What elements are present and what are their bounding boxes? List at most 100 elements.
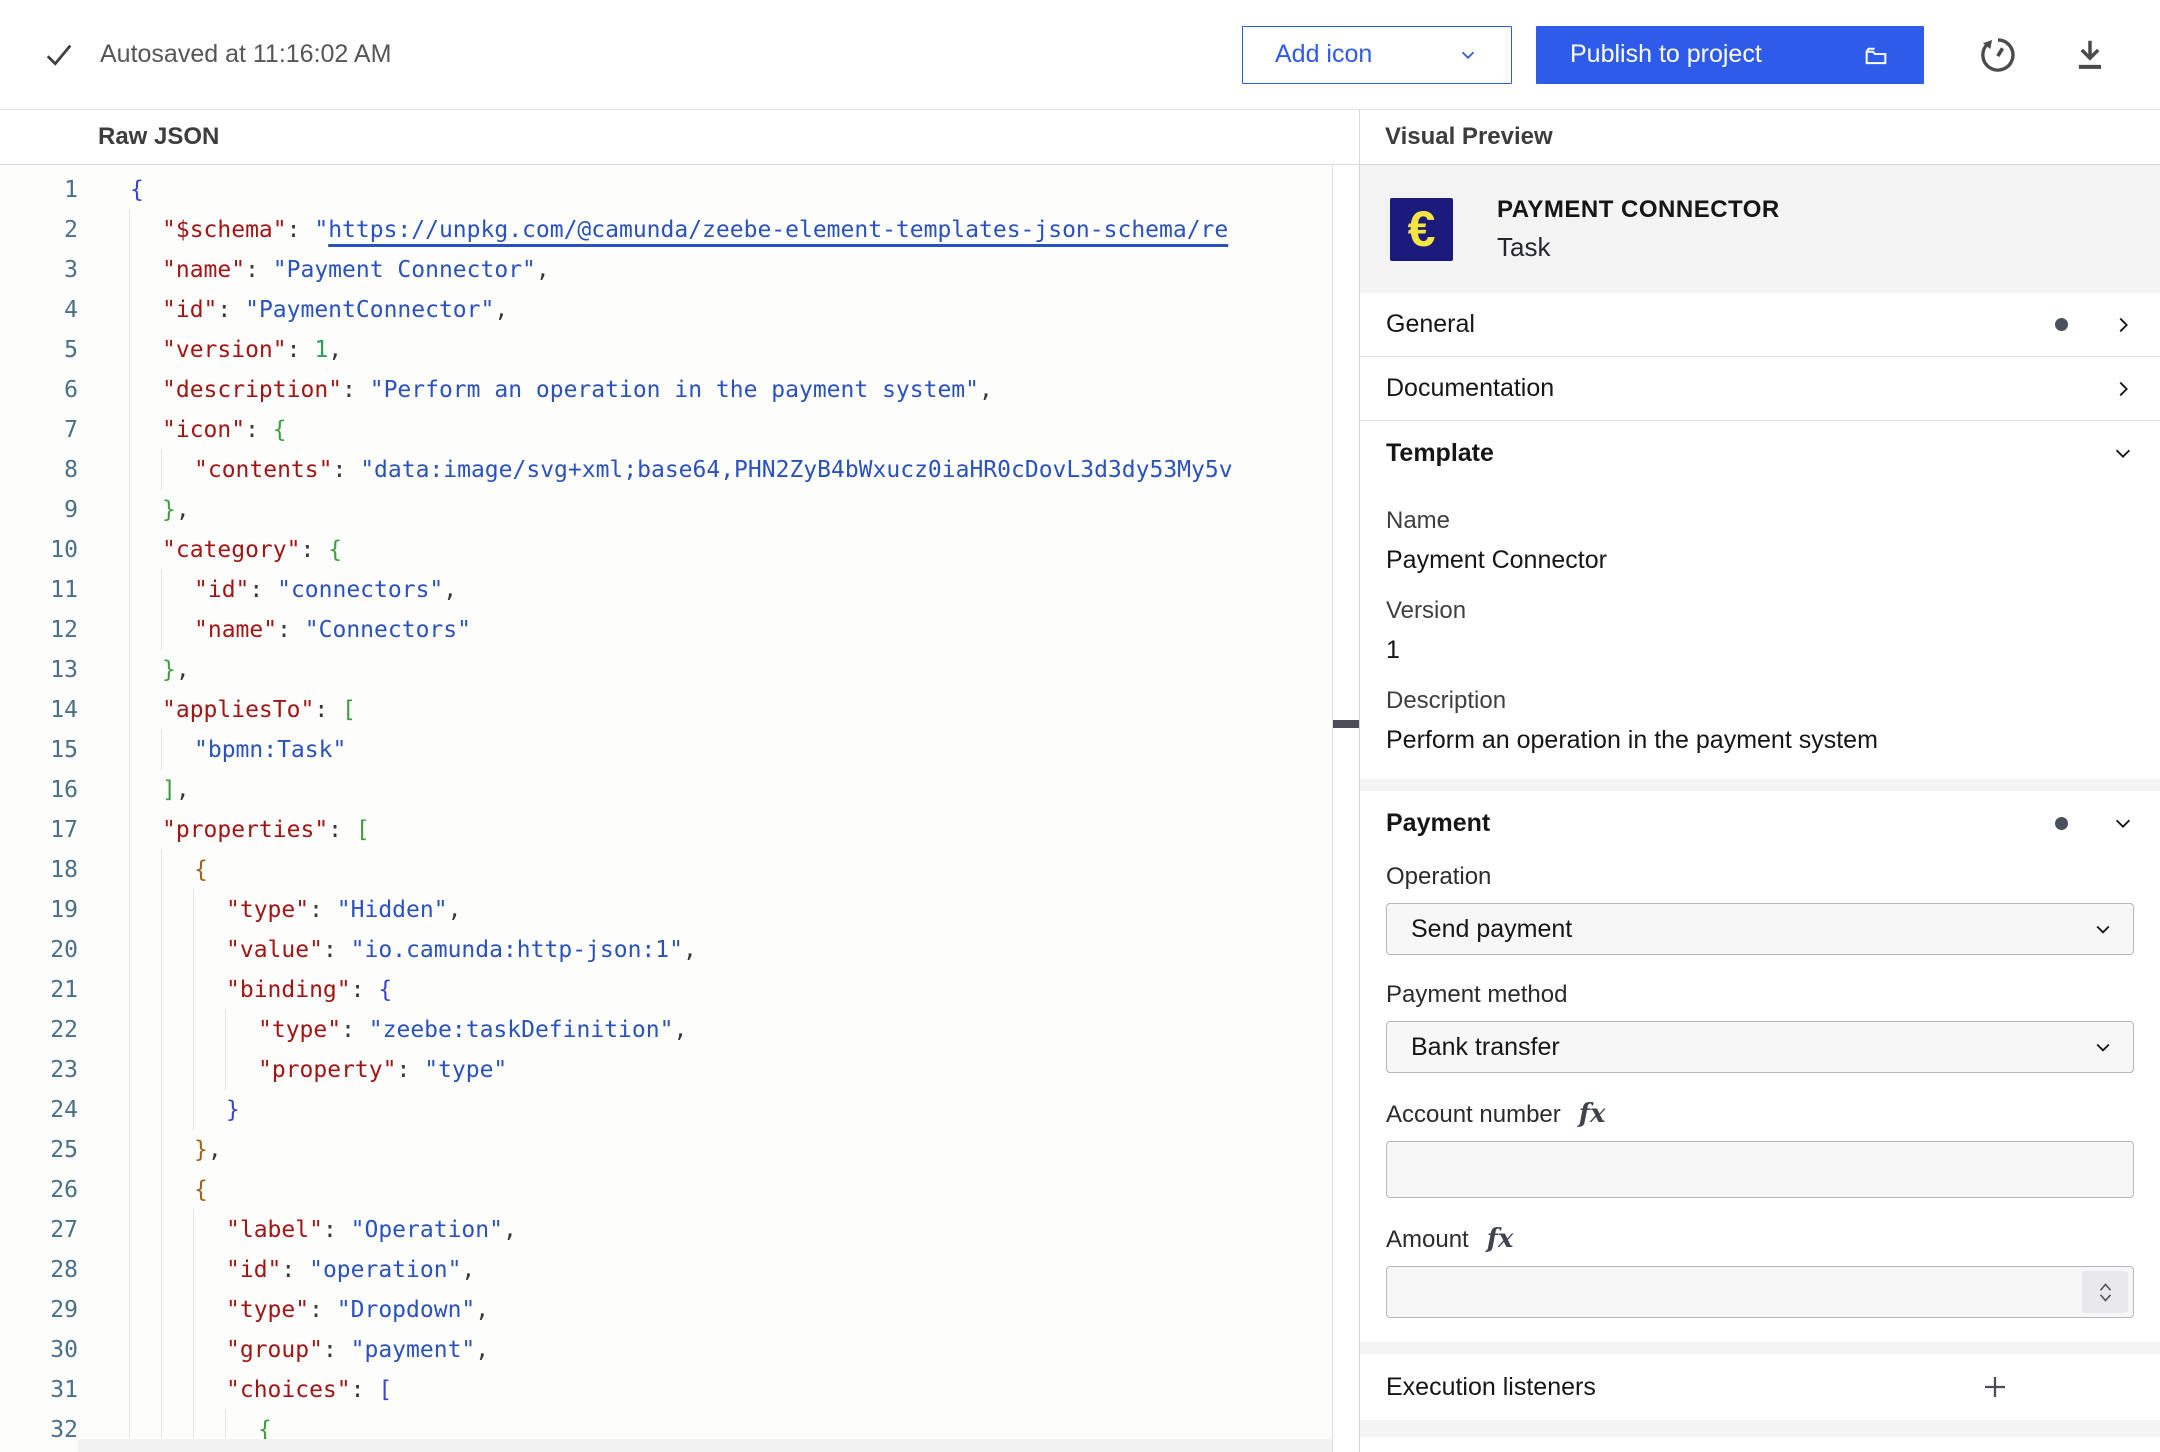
code-line[interactable]: 23 "property": "type" bbox=[0, 1050, 1332, 1090]
code-line[interactable]: 6 "description": "Perform an operation in… bbox=[0, 370, 1332, 410]
code-line[interactable]: 13}, bbox=[0, 650, 1332, 690]
indent-guide bbox=[225, 1010, 226, 1050]
code-line[interactable]: 26 { bbox=[0, 1170, 1332, 1210]
plus-icon[interactable] bbox=[1980, 1372, 2010, 1402]
account-number-label: Account number fx bbox=[1386, 1099, 1606, 1129]
token-p: , bbox=[475, 1337, 490, 1363]
indent-guide bbox=[129, 290, 130, 330]
payment-method-select-value: Bank transfer bbox=[1411, 1032, 1560, 1061]
line-number: 3 bbox=[64, 257, 78, 283]
code-line-content: "description": "Perform an operation in … bbox=[78, 370, 1332, 410]
properties-card: General Documentation Template Name Paym… bbox=[1360, 293, 2160, 779]
publish-to-project-button[interactable]: Publish to project bbox=[1536, 25, 1924, 84]
line-number: 28 bbox=[50, 1257, 78, 1283]
token-k: "label" bbox=[226, 1217, 323, 1243]
indent-guide bbox=[161, 850, 162, 890]
token-p: , bbox=[328, 337, 343, 363]
code-line[interactable]: 10 "category": { bbox=[0, 530, 1332, 570]
code-line[interactable]: 21 "binding": { bbox=[0, 970, 1332, 1010]
code-line[interactable]: 22 "type": "zeebe:taskDefinition", bbox=[0, 1010, 1332, 1050]
section-general[interactable]: General bbox=[1360, 293, 2160, 357]
code-line[interactable]: 28 "id": "operation", bbox=[0, 1250, 1332, 1290]
line-number: 20 bbox=[50, 937, 78, 963]
check-icon bbox=[44, 40, 74, 70]
code-lines: 1{2 "$schema": "https://unpkg.com/@camund… bbox=[0, 170, 1332, 1450]
code-line[interactable]: 18 { bbox=[0, 850, 1332, 890]
code-line[interactable]: 4 "id": "PaymentConnector", bbox=[0, 290, 1332, 330]
indent-guide bbox=[161, 730, 162, 770]
splitter-handle[interactable] bbox=[1333, 720, 1359, 728]
token-p: : bbox=[300, 537, 329, 563]
version-history-button[interactable] bbox=[1974, 31, 2022, 79]
token-p: , bbox=[461, 1257, 476, 1283]
account-number-input[interactable] bbox=[1386, 1141, 2134, 1198]
code-line[interactable]: 16], bbox=[0, 770, 1332, 810]
number-stepper[interactable] bbox=[2082, 1271, 2128, 1313]
horizontal-scrollbar[interactable] bbox=[78, 1439, 1332, 1452]
code-line-content: "name": "Connectors" bbox=[78, 610, 1332, 650]
token-k: "type" bbox=[226, 897, 310, 923]
code-line[interactable]: 3 "name": "Payment Connector", bbox=[0, 250, 1332, 290]
add-icon-button[interactable]: Add icon bbox=[1242, 25, 1512, 84]
general-label: General bbox=[1386, 310, 1475, 338]
code-line-content: "value": "io.camunda:http-json:1", bbox=[78, 930, 1332, 970]
token-b1: } bbox=[226, 1097, 240, 1123]
line-number: 30 bbox=[50, 1337, 78, 1363]
line-number: 23 bbox=[50, 1057, 78, 1083]
filled-dot-indicator bbox=[2055, 816, 2068, 830]
download-icon-button[interactable] bbox=[2066, 31, 2114, 79]
indent-guide bbox=[161, 1210, 162, 1250]
code-line[interactable]: 11 "id": "connectors", bbox=[0, 570, 1332, 610]
indent-guide bbox=[225, 1050, 226, 1090]
indent-guide bbox=[129, 1010, 130, 1050]
payment-method-select[interactable]: Bank transfer bbox=[1386, 1021, 2134, 1073]
indent-guide bbox=[193, 1090, 194, 1130]
code-line[interactable]: 12 "name": "Connectors" bbox=[0, 610, 1332, 650]
template-section-header[interactable]: Template bbox=[1386, 421, 2134, 485]
panel-splitter[interactable] bbox=[1332, 165, 1360, 1452]
indent-guide bbox=[129, 330, 130, 370]
code-line[interactable]: 19 "type": "Hidden", bbox=[0, 890, 1332, 930]
token-p: : bbox=[350, 977, 379, 1003]
indent-guide bbox=[129, 450, 130, 490]
token-k: "binding" bbox=[226, 977, 351, 1003]
token-s: "io.camunda:http-json:1" bbox=[350, 937, 683, 963]
code-line[interactable]: 5 "version": 1, bbox=[0, 330, 1332, 370]
code-line-content: "id": "PaymentConnector", bbox=[78, 290, 1332, 330]
code-line[interactable]: 14 "appliesTo": [ bbox=[0, 690, 1332, 730]
code-line[interactable]: 15 "bpmn:Task" bbox=[0, 730, 1332, 770]
indent-guide bbox=[129, 410, 130, 450]
code-line[interactable]: 29 "type": "Dropdown", bbox=[0, 1290, 1332, 1330]
code-line[interactable]: 30 "group": "payment", bbox=[0, 1330, 1332, 1370]
amount-input[interactable] bbox=[1386, 1266, 2134, 1318]
token-p: : bbox=[396, 1057, 425, 1083]
next-card-sliver bbox=[1360, 1437, 2160, 1452]
indent-guide bbox=[129, 1090, 130, 1130]
code-line[interactable]: 1{ bbox=[0, 170, 1332, 210]
indent-guide bbox=[161, 1130, 162, 1170]
token-p: : bbox=[217, 297, 246, 323]
visual-preview-panel: € PAYMENT CONNECTOR Task General Documen… bbox=[1360, 165, 2160, 1452]
code-line[interactable]: 25}, bbox=[0, 1130, 1332, 1170]
token-b3: { bbox=[194, 857, 208, 883]
execution-listeners-card: Execution listeners bbox=[1360, 1354, 2160, 1420]
token-p: : bbox=[286, 217, 315, 243]
code-line[interactable]: 7 "icon": { bbox=[0, 410, 1332, 450]
json-code-editor[interactable]: 1{2 "$schema": "https://unpkg.com/@camund… bbox=[0, 165, 1332, 1452]
code-line[interactable]: 17 "properties": [ bbox=[0, 810, 1332, 850]
code-line[interactable]: 31 "choices": [ bbox=[0, 1370, 1332, 1410]
code-line[interactable]: 24} bbox=[0, 1090, 1332, 1130]
section-documentation[interactable]: Documentation bbox=[1360, 357, 2160, 421]
code-line[interactable]: 9}, bbox=[0, 490, 1332, 530]
chevron-down-icon bbox=[2112, 812, 2134, 834]
code-line[interactable]: 27 "label": "Operation", bbox=[0, 1210, 1332, 1250]
visual-preview-title: Visual Preview bbox=[1385, 123, 1553, 150]
indent-guide bbox=[193, 1210, 194, 1250]
payment-section-header[interactable]: Payment bbox=[1386, 791, 2134, 855]
code-line[interactable]: 2 "$schema": "https://unpkg.com/@camunda/… bbox=[0, 210, 1332, 250]
operation-select[interactable]: Send payment bbox=[1386, 903, 2134, 955]
code-line-content: { bbox=[78, 1170, 1332, 1210]
code-line[interactable]: 20 "value": "io.camunda:http-json:1", bbox=[0, 930, 1332, 970]
indent-guide bbox=[161, 1250, 162, 1290]
code-line[interactable]: 8 "contents": "data:image/svg+xml;base64,… bbox=[0, 450, 1332, 490]
